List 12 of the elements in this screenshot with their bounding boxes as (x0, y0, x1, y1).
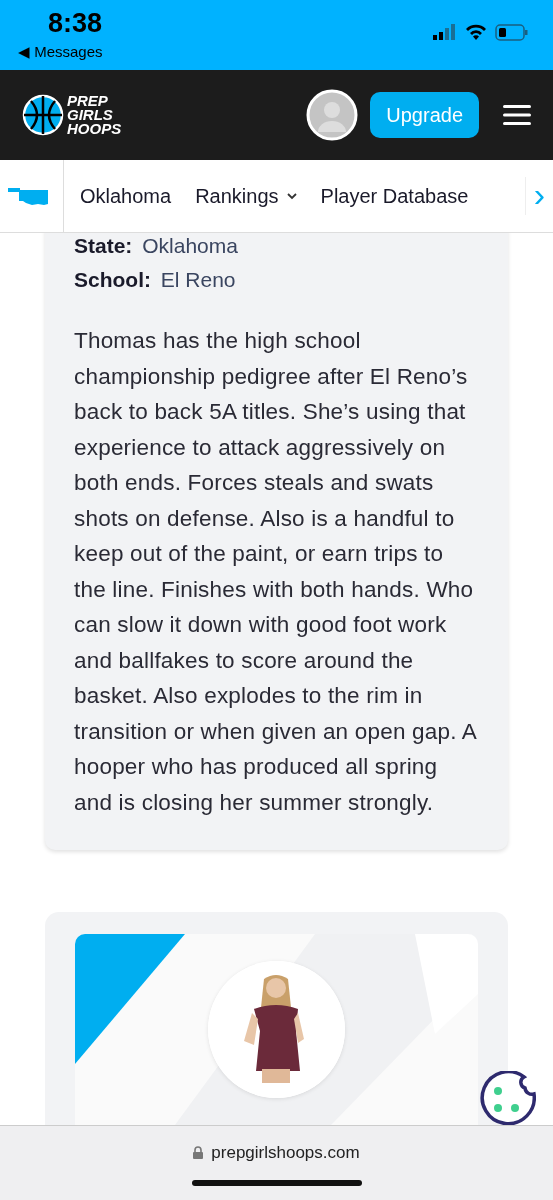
field-label: School: (74, 268, 151, 291)
nav-item[interactable]: Oklahoma (80, 181, 172, 211)
back-link[interactable]: ◀ Messages (18, 41, 103, 64)
logo-text: PREP GIRLS HOOPS (67, 94, 122, 136)
nav-item[interactable]: Player Database (320, 181, 469, 211)
nav-item[interactable]: Rankings (195, 181, 297, 211)
field-value: Oklahoma (142, 234, 238, 257)
field-label: State: (74, 234, 133, 257)
player-bio: Thomas has the high school championship pedigree after El Reno’s back to back 5A titles. She’s using that experience to attack aggressively on both ends. Forces steals and swats shots on defense. Also is a handful to keep out of the paint, or earn trips to the line. Finishes with both hands. Who can slow it down with good foot work and ballfakes to score around the basket. Also explodes to the rim in transition or when given an open gap. A hooper who has produced all spring and is closing her summer strongly. (74, 327, 478, 817)
address-bar[interactable]: prepgirlshoops.com (211, 1140, 360, 1166)
field-value: El Reno (160, 268, 236, 291)
clock: 8:38 (47, 10, 103, 37)
